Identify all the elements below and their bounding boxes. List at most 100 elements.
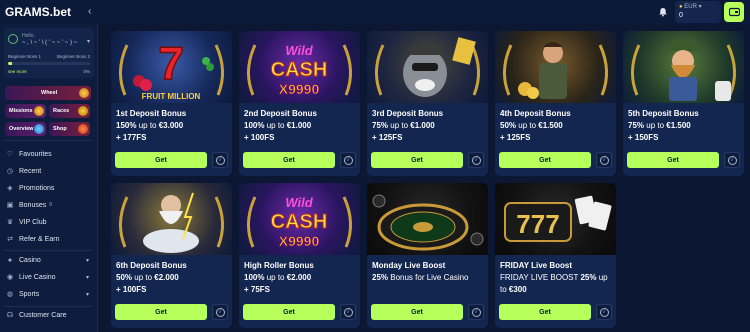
card-offer: 100% up to €2.000 [244,273,312,282]
card-offer: 50% up to €2.000 [116,273,179,282]
site-logo[interactable]: GRAMS.bet [5,5,71,19]
nav-favourites[interactable]: ♡ Favourites [0,146,97,162]
overview-button[interactable]: Overview [5,122,46,136]
username: ~ , \ ~ ' \ ( ' ~ ~ ' ~ ) ~ [22,40,78,46]
live-icon: ◉ [6,274,14,281]
bonus-art [367,183,488,255]
bonus-art: Wild CASH X9990 [239,31,360,103]
nav-recent[interactable]: ◷ Recent [0,163,97,179]
svg-text:CASH: CASH [271,59,328,81]
nav-sports[interactable]: ◍ Sports ▾ [0,286,97,302]
info-button[interactable]: i [468,304,484,320]
info-button[interactable]: i [596,304,612,320]
card-free-spins: + 125FS [372,133,403,142]
info-button[interactable]: i [212,304,228,320]
bonus-art [367,31,488,103]
card-free-spins: + 150FS [628,133,659,142]
card-title: 2nd Deposit Bonus [244,109,317,118]
avatar [8,34,18,44]
get-bonus-button[interactable]: Get [499,304,591,320]
wallet-icon [728,7,740,17]
shop-button[interactable]: Shop [49,122,90,136]
races-label: Races [53,108,70,114]
get-bonus-button[interactable]: Get [627,152,719,168]
info-button[interactable]: i [340,304,356,320]
get-bonus-button[interactable]: Get [115,152,207,168]
bonuses-badge: 8 [49,202,53,208]
get-bonus-button[interactable]: Get [499,152,591,168]
nav-live-casino[interactable]: ◉ Live Casino ▾ [0,269,97,285]
wallet-currency: ● EUR ▾ [679,4,702,10]
missions-button[interactable]: Missions [5,104,46,118]
bonus-card: Wild CASH X9990 2nd Deposit Bonus 100% u… [239,31,360,176]
shop-label: Shop [53,126,67,132]
card-title: 5th Deposit Bonus [628,109,699,118]
sidebar: Hello, ~ , \ ~ ' \ ( ' ~ ~ ' ~ ) ~ ▾ Beg… [0,24,98,332]
cards-icon: ♠ [8,256,12,264]
nav-label: Favourites [19,150,52,158]
nav-bonuses[interactable]: ▣ Bonuses 8 [0,197,97,213]
heart-icon: ♡ [6,151,14,158]
chevron-down-icon[interactable]: ▾ [87,38,90,45]
headset-icon: ☊ [6,312,14,319]
deposit-button[interactable] [724,2,744,22]
get-bonus-button[interactable]: Get [371,152,463,168]
art-label-text: FRUIT MILLION [142,92,201,101]
next-level: Beginner Boss 2 [56,54,90,59]
get-bonus-button[interactable]: Get [115,304,207,320]
get-bonus-button[interactable]: Get [371,304,463,320]
wallet-balance[interactable]: ● EUR ▾ 0 [675,1,721,23]
bonus-art: 7 FRUIT MILLION [111,31,232,103]
card-title: 6th Deposit Bonus [116,261,187,270]
card-title: 4th Deposit Bonus [500,109,571,118]
see-more-link[interactable]: see more [8,69,27,74]
card-title: 3rd Deposit Bonus [372,109,444,118]
info-button[interactable]: i [212,152,228,168]
get-bonus-button[interactable]: Get [243,152,335,168]
card-free-spins: + 177FS [116,133,147,142]
info-button[interactable]: i [596,152,612,168]
get-bonus-button[interactable]: Get [243,304,335,320]
svg-text:7: 7 [158,37,184,89]
bonus-card: 6th Deposit Bonus 50% up to €2.000 + 100… [111,183,232,328]
card-offer: 75% up to €1.000 [372,121,435,130]
info-icon: i [215,307,225,317]
info-icon: i [727,155,737,165]
notifications-bell-icon[interactable] [655,4,671,20]
nav-customer-care[interactable]: ☊ Customer Care [0,307,97,323]
card-free-spins: + 125FS [500,133,531,142]
info-icon: i [471,155,481,165]
nav-refer-earn[interactable]: ⇄ Refer & Earn [0,231,97,247]
missions-label: Missions [9,108,33,114]
bonus-art [623,31,744,103]
bonus-card: 777 FRIDAY Live Boost FRIDAY LIVE BOOST … [495,183,616,328]
current-level: Beginner Boss 1 [8,54,42,59]
info-button[interactable]: i [468,152,484,168]
trophy-icon [78,106,88,116]
nav-vip-club[interactable]: ♛ VIP Club [0,214,97,230]
info-button[interactable]: i [340,152,356,168]
info-icon: i [343,155,353,165]
bonus-art [111,183,232,255]
chevron-down-icon: ▾ [85,257,89,264]
card-offer: 100% up to €1.000 [244,121,312,130]
card-title: FRIDAY Live Boost [500,261,573,270]
clock-icon: ◷ [6,168,14,175]
ball-icon: ◍ [6,291,14,298]
gift-icon: ▣ [6,202,14,209]
races-button[interactable]: Races [49,104,90,118]
nav-promotions[interactable]: ◈ Promotions [0,180,97,196]
profile-card[interactable]: Hello, ~ , \ ~ ' \ ( ' ~ ~ ' ~ ) ~ ▾ Beg… [4,28,94,78]
info-button[interactable]: i [724,152,740,168]
nav-casino[interactable]: ♠ Casino ▾ [0,252,97,268]
card-offer-amount: to €300 [500,285,527,294]
svg-text:X9990: X9990 [279,81,320,97]
card-offer: FRIDAY LIVE BOOST 25% up [500,273,608,282]
collapse-sidebar-icon[interactable]: ‹ [88,6,91,17]
bonus-art: 777 [495,183,616,255]
megaphone-icon: ◈ [7,185,13,192]
wheel-button[interactable]: Wheel [5,86,91,100]
card-free-spins: + 100FS [116,285,147,294]
svg-text:Wild: Wild [285,43,313,58]
info-icon: i [215,155,225,165]
